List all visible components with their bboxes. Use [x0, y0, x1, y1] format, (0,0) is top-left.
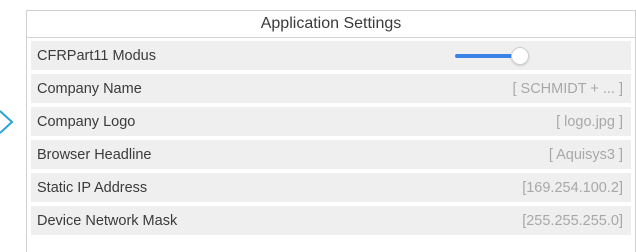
browser-headline-value[interactable]: [ Aquisys3 ]: [549, 147, 623, 163]
application-settings-panel: Application Settings CFRPart11 Modus Com…: [26, 10, 636, 252]
setting-row-static-ip[interactable]: Static IP Address [169.254.100.2]: [31, 173, 631, 202]
settings-page: Application Settings CFRPart11 Modus Com…: [0, 0, 636, 252]
static-ip-value[interactable]: [169.254.100.2]: [522, 180, 623, 196]
toggle-knob[interactable]: [511, 46, 529, 65]
toggle-track: [455, 53, 519, 58]
setting-label: Device Network Mask: [37, 212, 178, 229]
setting-label: Browser Headline: [37, 146, 152, 163]
setting-label: Company Logo: [37, 113, 136, 130]
chevron-right-icon[interactable]: [0, 108, 16, 136]
setting-label: CFRPart11 Modus: [37, 47, 156, 64]
settings-list: CFRPart11 Modus Company Name [ SCHMIDT +…: [27, 38, 635, 235]
setting-row-network-mask[interactable]: Device Network Mask [255.255.255.0]: [31, 206, 631, 235]
setting-row-company-name[interactable]: Company Name [ SCHMIDT + ... ]: [31, 74, 631, 103]
cfrpart11-toggle[interactable]: [455, 46, 531, 66]
company-name-value[interactable]: [ SCHMIDT + ... ]: [512, 81, 623, 97]
setting-row-company-logo[interactable]: Company Logo [ logo.jpg ]: [31, 107, 631, 136]
setting-label: Static IP Address: [37, 179, 148, 196]
company-logo-value[interactable]: [ logo.jpg ]: [556, 114, 623, 130]
setting-row-browser-headline[interactable]: Browser Headline [ Aquisys3 ]: [31, 140, 631, 169]
setting-label: Company Name: [37, 80, 142, 97]
panel-title: Application Settings: [27, 11, 635, 38]
setting-row-cfrpart11[interactable]: CFRPart11 Modus: [31, 41, 631, 70]
network-mask-value[interactable]: [255.255.255.0]: [522, 213, 623, 229]
